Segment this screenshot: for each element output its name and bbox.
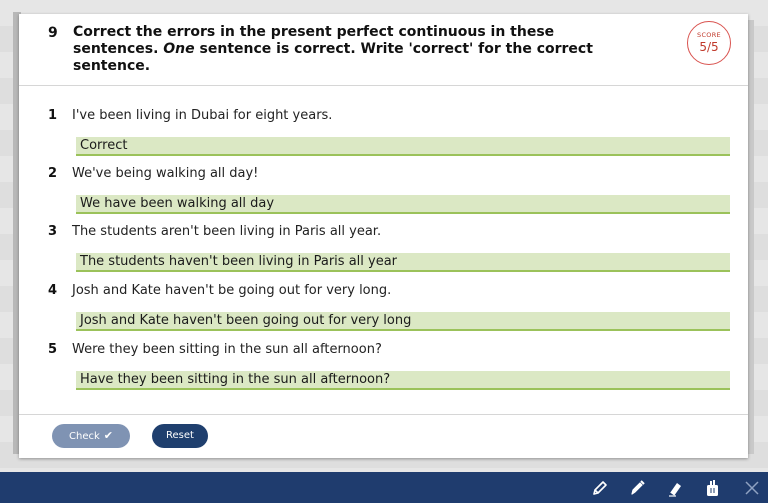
item-number: 4 (48, 283, 58, 298)
item-number: 1 (48, 108, 58, 123)
marker-icon[interactable] (626, 477, 648, 499)
answer-field[interactable]: Correct (76, 137, 730, 156)
pencil-icon[interactable] (589, 477, 611, 499)
score-value: 5/5 (699, 40, 719, 54)
item-sentence: Josh and Kate haven't be going out for v… (72, 283, 392, 298)
item-sentence: Were they been sitting in the sun all af… (72, 342, 382, 357)
item-sentence: The students aren't been living in Paris… (72, 224, 382, 239)
close-icon[interactable] (741, 477, 763, 499)
answer-field[interactable]: Josh and Kate haven't been going out for… (76, 312, 730, 331)
item-sentence: We've being walking all day! (72, 166, 259, 181)
bottom-toolbar (0, 472, 768, 503)
check-button[interactable]: Check ✔ (52, 424, 130, 448)
item-sentence: I've been living in Dubai for eight year… (72, 108, 333, 123)
instruction-emphasis: One (163, 41, 195, 57)
item-number: 5 (48, 342, 58, 357)
item-number: 3 (48, 224, 58, 239)
question-instruction: Correct the errors in the present perfec… (73, 24, 633, 75)
question-header: 9 Correct the errors in the present perf… (19, 14, 748, 86)
score-label: SCORE (697, 31, 721, 39)
answer-field[interactable]: Have they been sitting in the sun all af… (76, 371, 730, 390)
score-badge: SCORE 5/5 (687, 21, 731, 65)
page-edge-right (748, 20, 754, 454)
item-number: 2 (48, 166, 58, 181)
eraser-icon[interactable] (664, 477, 686, 499)
check-button-label: Check (69, 431, 100, 442)
reset-button[interactable]: Reset (152, 424, 208, 448)
reset-button-label: Reset (166, 430, 194, 441)
answer-field[interactable]: We have been walking all day (76, 195, 730, 214)
question-number: 9 (48, 25, 58, 41)
answer-field[interactable]: The students haven't been living in Pari… (76, 253, 730, 272)
exercise-footer: Check ✔ Reset (19, 414, 748, 459)
clear-icon[interactable] (702, 477, 724, 499)
exercise-card: 9 Correct the errors in the present perf… (19, 14, 748, 458)
checkmark-icon: ✔ (103, 429, 113, 442)
